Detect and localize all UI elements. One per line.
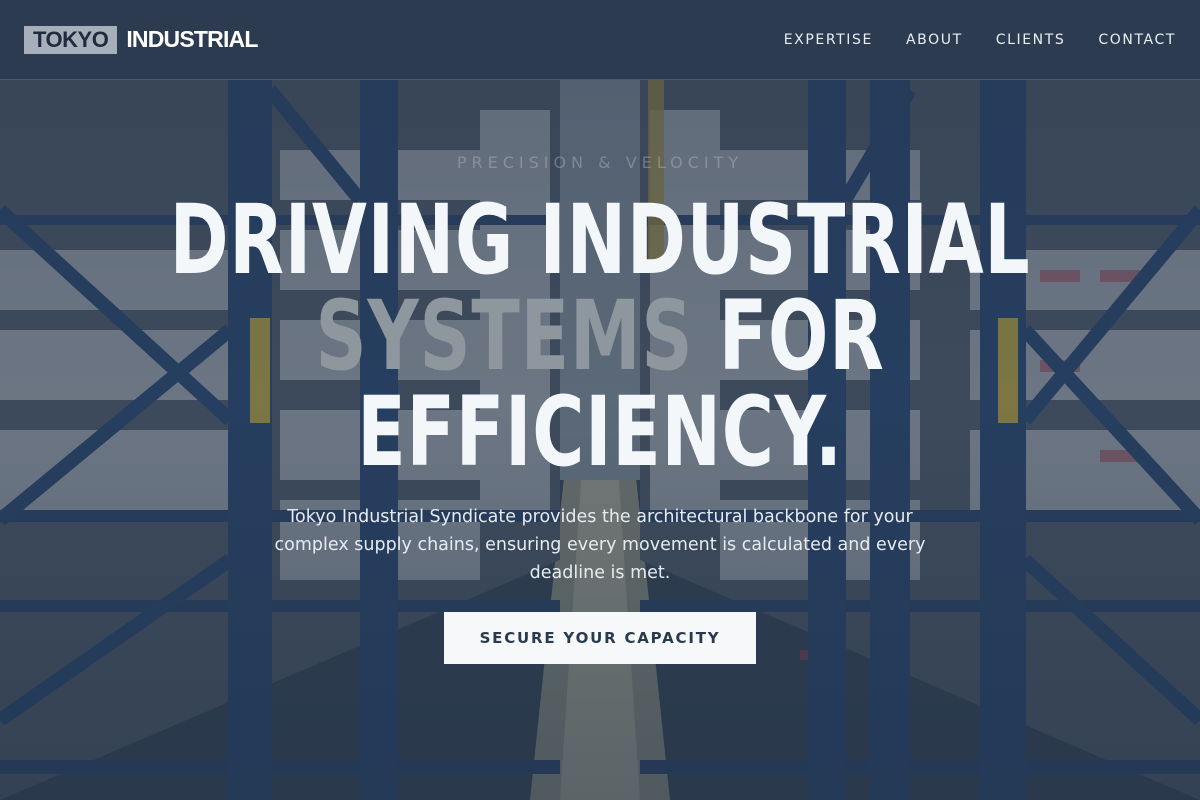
headline-line-2: SYSTEMS FOR xyxy=(156,288,1044,384)
logo[interactable]: TOKYO INDUSTRIAL xyxy=(24,25,258,54)
nav-link-clients[interactable]: CLIENTS xyxy=(996,32,1066,48)
main-nav: EXPERTISE ABOUT CLIENTS CONTACT xyxy=(784,32,1176,48)
nav-link-about[interactable]: ABOUT xyxy=(906,32,963,48)
hero-section: PRECISION & VELOCITY DRIVING INDUSTRIAL … xyxy=(0,80,1200,800)
hero-headline: DRIVING INDUSTRIAL SYSTEMS FOR EFFICIENC… xyxy=(156,192,1044,480)
headline-line-3: EFFICIENCY. xyxy=(357,376,843,488)
nav-link-contact[interactable]: CONTACT xyxy=(1098,32,1176,48)
logo-word-text: INDUSTRIAL xyxy=(126,26,258,52)
logo-box-text: TOKYO xyxy=(24,25,118,54)
site-header: TOKYO INDUSTRIAL EXPERTISE ABOUT CLIENTS… xyxy=(0,0,1200,80)
nav-link-expertise[interactable]: EXPERTISE xyxy=(784,32,873,48)
headline-line-1: DRIVING INDUSTRIAL xyxy=(169,184,1031,296)
hero-eyebrow: PRECISION & VELOCITY xyxy=(456,153,744,172)
hero-subtext: Tokyo Industrial Syndicate provides the … xyxy=(274,507,926,583)
secure-capacity-button[interactable]: SECURE YOUR CAPACITY xyxy=(444,612,756,664)
